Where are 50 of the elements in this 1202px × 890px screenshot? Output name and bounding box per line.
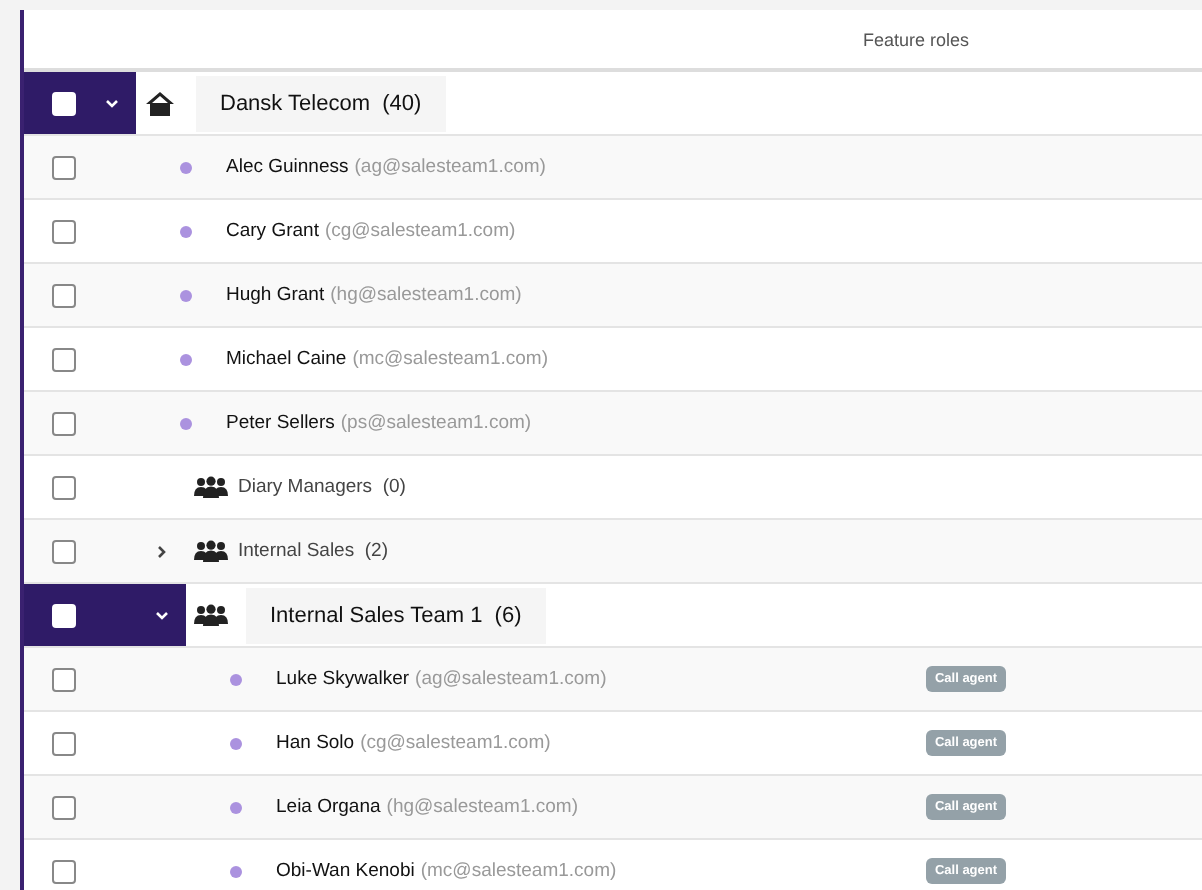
checkbox[interactable] — [52, 731, 76, 755]
member-name[interactable]: Luke Skywalker — [276, 668, 410, 690]
house-icon — [146, 91, 174, 115]
member-email: (ag@salesteam1.com) — [415, 668, 607, 690]
chevron-right-icon[interactable] — [154, 543, 170, 559]
status-dot — [230, 673, 242, 685]
checkbox[interactable] — [52, 347, 76, 371]
group-name[interactable]: Internal Sales Team 1 (6) — [246, 587, 546, 643]
checkbox[interactable] — [52, 859, 76, 883]
checkbox[interactable] — [52, 539, 76, 563]
checkbox[interactable] — [52, 667, 76, 691]
member-email: (hg@salesteam1.com) — [330, 284, 522, 306]
member-email: (mc@salesteam1.com) — [352, 348, 549, 370]
people-icon — [193, 540, 227, 562]
member-name[interactable]: Hugh Grant — [226, 284, 325, 306]
status-dot — [180, 353, 192, 365]
member-name[interactable]: Peter Sellers — [226, 412, 335, 434]
status-dot — [180, 289, 192, 301]
member-email: (cg@salesteam1.com) — [360, 732, 551, 754]
column-header: Feature roles — [862, 29, 970, 49]
member-name[interactable]: Han Solo — [276, 732, 355, 754]
status-dot — [180, 161, 192, 173]
checkbox[interactable] — [52, 795, 76, 819]
status-dot — [180, 225, 192, 237]
member-name[interactable]: Cary Grant — [226, 220, 319, 242]
status-dot — [230, 801, 242, 813]
member-email: (cg@salesteam1.com) — [324, 220, 516, 242]
member-name[interactable]: Leia Organa — [276, 796, 381, 818]
chevron-down-icon[interactable] — [154, 607, 170, 623]
status-dot — [230, 865, 242, 877]
group-name[interactable]: Diary Managers (0) — [238, 476, 406, 498]
checkbox[interactable] — [52, 411, 76, 435]
chevron-down-icon[interactable] — [104, 95, 120, 111]
people-icon — [193, 604, 227, 626]
group-name[interactable]: Dansk Telecom (40) — [196, 75, 446, 131]
member-email: (mc@salesteam1.com) — [420, 860, 617, 882]
member-name[interactable]: Michael Caine — [226, 348, 347, 370]
checkbox[interactable] — [52, 155, 76, 179]
member-email: (hg@salesteam1.com) — [386, 796, 579, 818]
group-name[interactable]: Internal Sales (2) — [238, 540, 388, 562]
member-name[interactable]: Obi-Wan Kenobi — [276, 860, 415, 882]
checkbox[interactable] — [52, 475, 76, 499]
member-name[interactable]: Alec Guinness — [226, 156, 349, 178]
status-dot — [180, 417, 192, 429]
checkbox[interactable] — [52, 283, 76, 307]
status-dot — [230, 737, 242, 749]
member-email: (ag@salesteam1.com) — [354, 156, 546, 178]
people-icon — [193, 476, 227, 498]
member-email: (ps@salesteam1.com) — [340, 412, 532, 434]
checkbox[interactable] — [52, 219, 76, 243]
